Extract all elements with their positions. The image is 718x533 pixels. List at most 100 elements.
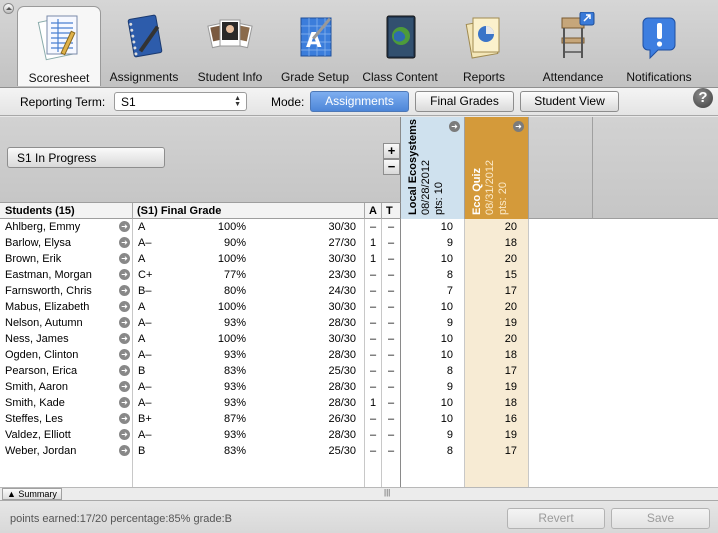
score-cell[interactable]: 10 bbox=[441, 333, 453, 345]
score-cell[interactable]: 18 bbox=[505, 237, 517, 249]
score-cell[interactable]: 18 bbox=[505, 349, 517, 361]
student-row[interactable]: Mabus, Elizabeth A 100% 30/30 – – ➜ bbox=[0, 299, 400, 315]
revert-button[interactable]: Revert bbox=[507, 508, 605, 529]
mode-assignments-button[interactable]: Assignments bbox=[310, 91, 409, 112]
assignment-detail-arrow-icon[interactable]: ➜ bbox=[449, 121, 460, 132]
student-row[interactable]: Smith, Kade A– 93% 28/30 1– ➜ bbox=[0, 395, 400, 411]
score-cell[interactable]: 19 bbox=[505, 381, 517, 393]
score-cell[interactable]: 17 bbox=[505, 365, 517, 377]
toolbar-item-assignments[interactable]: Assignments bbox=[106, 8, 182, 88]
score-cell[interactable]: 10 bbox=[441, 349, 453, 361]
score-row: 10 20 bbox=[401, 299, 718, 315]
score-row: 9 19 bbox=[401, 379, 718, 395]
toolbar-item-notifications[interactable]: Notifications bbox=[622, 8, 696, 88]
mode-final-grades-button[interactable]: Final Grades bbox=[415, 91, 514, 112]
score-cell[interactable]: 20 bbox=[505, 253, 517, 265]
student-row[interactable]: Nelson, Autumn A– 93% 28/30 – – ➜ bbox=[0, 315, 400, 331]
term-progress-button[interactable]: S1 In Progress bbox=[7, 147, 165, 168]
assignment-column-header[interactable]: Eco Quiz 08/31/2012 pts: 20 ➜ bbox=[465, 117, 529, 219]
score-cell[interactable]: 9 bbox=[447, 381, 453, 393]
score-cell[interactable]: 17 bbox=[505, 285, 517, 297]
student-detail-arrow-icon[interactable]: ➜ bbox=[119, 317, 130, 328]
score-cell[interactable]: 10 bbox=[441, 301, 453, 313]
student-row[interactable]: Valdez, Elliott A– 93% 28/30 – – ➜ bbox=[0, 427, 400, 443]
score-cell[interactable]: 9 bbox=[447, 237, 453, 249]
toolbar-item-class-content[interactable]: Class Content bbox=[359, 8, 441, 88]
student-detail-arrow-icon[interactable]: ➜ bbox=[119, 333, 130, 344]
toolbar-item-reports[interactable]: Reports bbox=[458, 8, 510, 88]
score-cell[interactable]: 7 bbox=[447, 285, 453, 297]
student-row[interactable]: Brown, Erik A 100% 30/30 1– ➜ bbox=[0, 251, 400, 267]
student-row[interactable]: Ogden, Clinton A– 93% 28/30 – – ➜ bbox=[0, 347, 400, 363]
score-cell[interactable]: 10 bbox=[441, 253, 453, 265]
reporting-term-select[interactable]: S1 ▲ ▼ bbox=[114, 92, 247, 111]
student-detail-arrow-icon[interactable]: ➜ bbox=[119, 445, 130, 456]
toolbar-item-scoresheet[interactable]: Scoresheet bbox=[17, 6, 101, 86]
student-detail-arrow-icon[interactable]: ➜ bbox=[119, 253, 130, 264]
students-column-header[interactable]: Students (15) bbox=[5, 205, 75, 217]
notifications-icon bbox=[636, 12, 682, 62]
score-cell[interactable]: 15 bbox=[505, 269, 517, 281]
summary-toggle-button[interactable]: ▲ Summary bbox=[2, 488, 62, 500]
student-detail-arrow-icon[interactable]: ➜ bbox=[119, 237, 130, 248]
tardies-count: – bbox=[388, 237, 395, 249]
mode-student-view-button[interactable]: Student View bbox=[520, 91, 619, 112]
a-column-header[interactable]: A bbox=[369, 205, 377, 217]
student-row[interactable]: Smith, Aaron A– 93% 28/30 – – ➜ bbox=[0, 379, 400, 395]
score-cell[interactable]: 8 bbox=[447, 445, 453, 457]
expand-plus-button[interactable]: + bbox=[383, 143, 400, 159]
score-cell[interactable]: 17 bbox=[505, 445, 517, 457]
score-cell[interactable]: 8 bbox=[447, 365, 453, 377]
score-row: 8 17 bbox=[401, 363, 718, 379]
final-grade-column-header[interactable]: (S1) Final Grade bbox=[137, 205, 221, 217]
student-detail-arrow-icon[interactable]: ➜ bbox=[119, 413, 130, 424]
student-row[interactable]: Barlow, Elysa A– 90% 27/30 1– ➜ bbox=[0, 235, 400, 251]
student-detail-arrow-icon[interactable]: ➜ bbox=[119, 221, 130, 232]
student-row[interactable]: Steffes, Les B+ 87% 26/30 – – ➜ bbox=[0, 411, 400, 427]
score-cell[interactable]: 9 bbox=[447, 429, 453, 441]
resize-grip-icon[interactable]: ||| bbox=[384, 488, 390, 497]
student-row[interactable]: Pearson, Erica B 83% 25/30 – – ➜ bbox=[0, 363, 400, 379]
student-detail-arrow-icon[interactable]: ➜ bbox=[119, 381, 130, 392]
absences-count: – bbox=[370, 429, 377, 441]
score-cell[interactable]: 18 bbox=[505, 397, 517, 409]
score-cell[interactable]: 8 bbox=[447, 269, 453, 281]
student-row[interactable]: Ahlberg, Emmy A 100% 30/30 – – ➜ bbox=[0, 219, 400, 235]
toolbar-item-student-info[interactable]: Student Info bbox=[190, 8, 270, 88]
student-detail-arrow-icon[interactable]: ➜ bbox=[119, 429, 130, 440]
student-detail-arrow-icon[interactable]: ➜ bbox=[119, 365, 130, 376]
score-cell[interactable]: 20 bbox=[505, 301, 517, 313]
student-detail-arrow-icon[interactable]: ➜ bbox=[119, 301, 130, 312]
student-detail-arrow-icon[interactable]: ➜ bbox=[119, 349, 130, 360]
score-cell[interactable]: 16 bbox=[505, 413, 517, 425]
toolbar-item-grade-setup[interactable]: A Grade Setup bbox=[279, 8, 351, 88]
score-cell[interactable]: 10 bbox=[441, 221, 453, 233]
score-cell[interactable]: 9 bbox=[447, 317, 453, 329]
collapse-minus-button[interactable]: − bbox=[383, 159, 400, 175]
t-column-header[interactable]: T bbox=[386, 205, 393, 217]
tardies-count: – bbox=[388, 381, 395, 393]
score-cell[interactable]: 20 bbox=[505, 333, 517, 345]
assignment-detail-arrow-icon[interactable]: ➜ bbox=[513, 121, 524, 132]
toolbar-item-attendance[interactable]: Attendance bbox=[538, 8, 608, 88]
save-button[interactable]: Save bbox=[611, 508, 710, 529]
score-cell[interactable]: 19 bbox=[505, 317, 517, 329]
student-row[interactable]: Ness, James A 100% 30/30 – – ➜ bbox=[0, 331, 400, 347]
toolbar-item-label: Grade Setup bbox=[280, 70, 350, 84]
absences-count: – bbox=[370, 445, 377, 457]
student-detail-arrow-icon[interactable]: ➜ bbox=[119, 397, 130, 408]
student-detail-arrow-icon[interactable]: ➜ bbox=[119, 285, 130, 296]
score-cell[interactable]: 10 bbox=[441, 413, 453, 425]
score-cell[interactable]: 10 bbox=[441, 397, 453, 409]
assignment-column-header[interactable]: Local Ecosystems 08/28/2012 pts: 10 ➜ bbox=[401, 117, 465, 219]
score-cell[interactable]: 19 bbox=[505, 429, 517, 441]
help-icon[interactable]: ? bbox=[693, 88, 713, 108]
student-row[interactable]: Weber, Jordan B 83% 25/30 – – ➜ bbox=[0, 443, 400, 459]
empty-column-header bbox=[529, 117, 593, 219]
student-name: Steffes, Les bbox=[5, 413, 63, 425]
student-detail-arrow-icon[interactable]: ➜ bbox=[119, 269, 130, 280]
score-cell[interactable]: 20 bbox=[505, 221, 517, 233]
student-row[interactable]: Eastman, Morgan C+ 77% 23/30 – – ➜ bbox=[0, 267, 400, 283]
toolbar-toggle-icon[interactable] bbox=[3, 3, 14, 14]
student-row[interactable]: Farnsworth, Chris B– 80% 24/30 – – ➜ bbox=[0, 283, 400, 299]
